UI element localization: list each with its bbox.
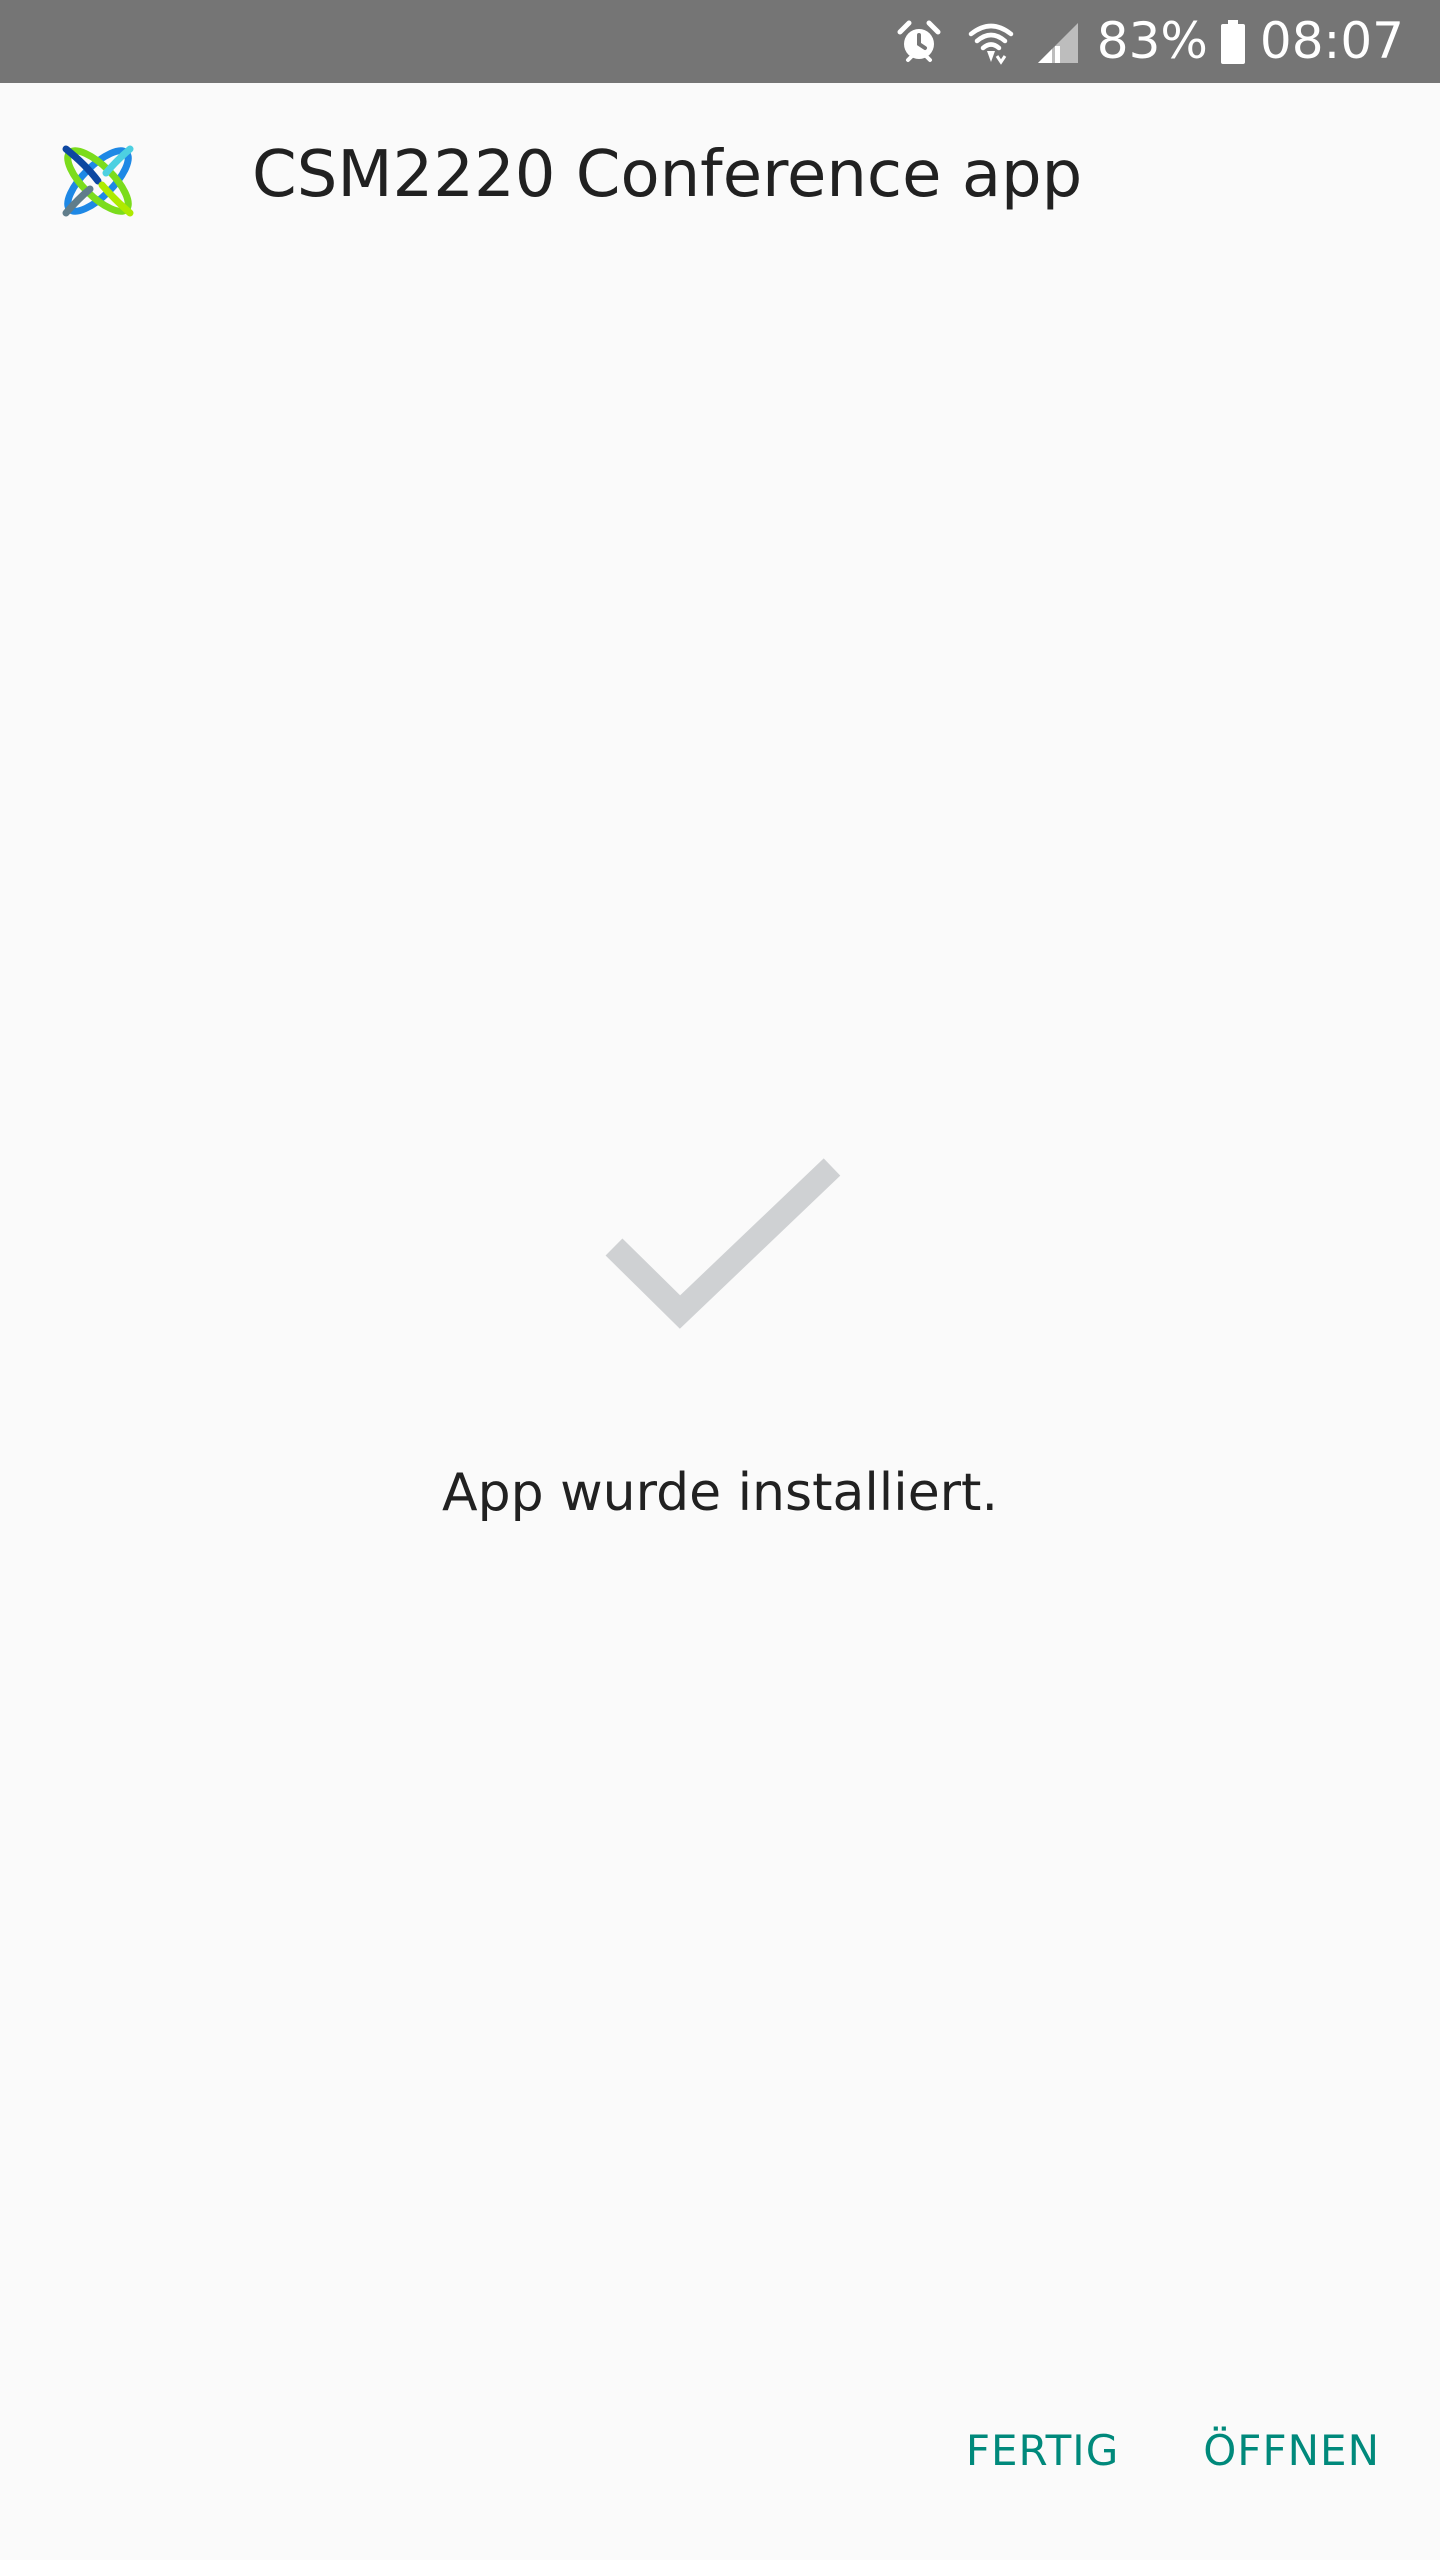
install-success-message: App wurde installiert. [442,1463,998,1523]
checkmark-icon [600,1155,845,1345]
open-button[interactable]: ÖFFNEN [1183,2416,1400,2485]
install-complete-screen: 83% 08:07 CSM2220 Conference app App wur… [0,0,1440,2560]
app-logo-icon [56,139,140,223]
battery-icon [1216,16,1250,68]
status-bar: 83% 08:07 [0,0,1440,83]
app-header: CSM2220 Conference app [0,83,1440,283]
wifi-icon [965,16,1017,68]
app-title: CSM2220 Conference app [252,138,1083,212]
action-button-bar: FERTIG ÖFFNEN [946,2410,1400,2490]
done-button[interactable]: FERTIG [946,2416,1139,2485]
status-bar-right: 83% 08:07 [893,0,1404,83]
battery-percent: 83% [1096,12,1208,70]
signal-icon [1031,16,1083,68]
alarm-icon [893,16,945,68]
clock-time: 08:07 [1259,12,1404,70]
